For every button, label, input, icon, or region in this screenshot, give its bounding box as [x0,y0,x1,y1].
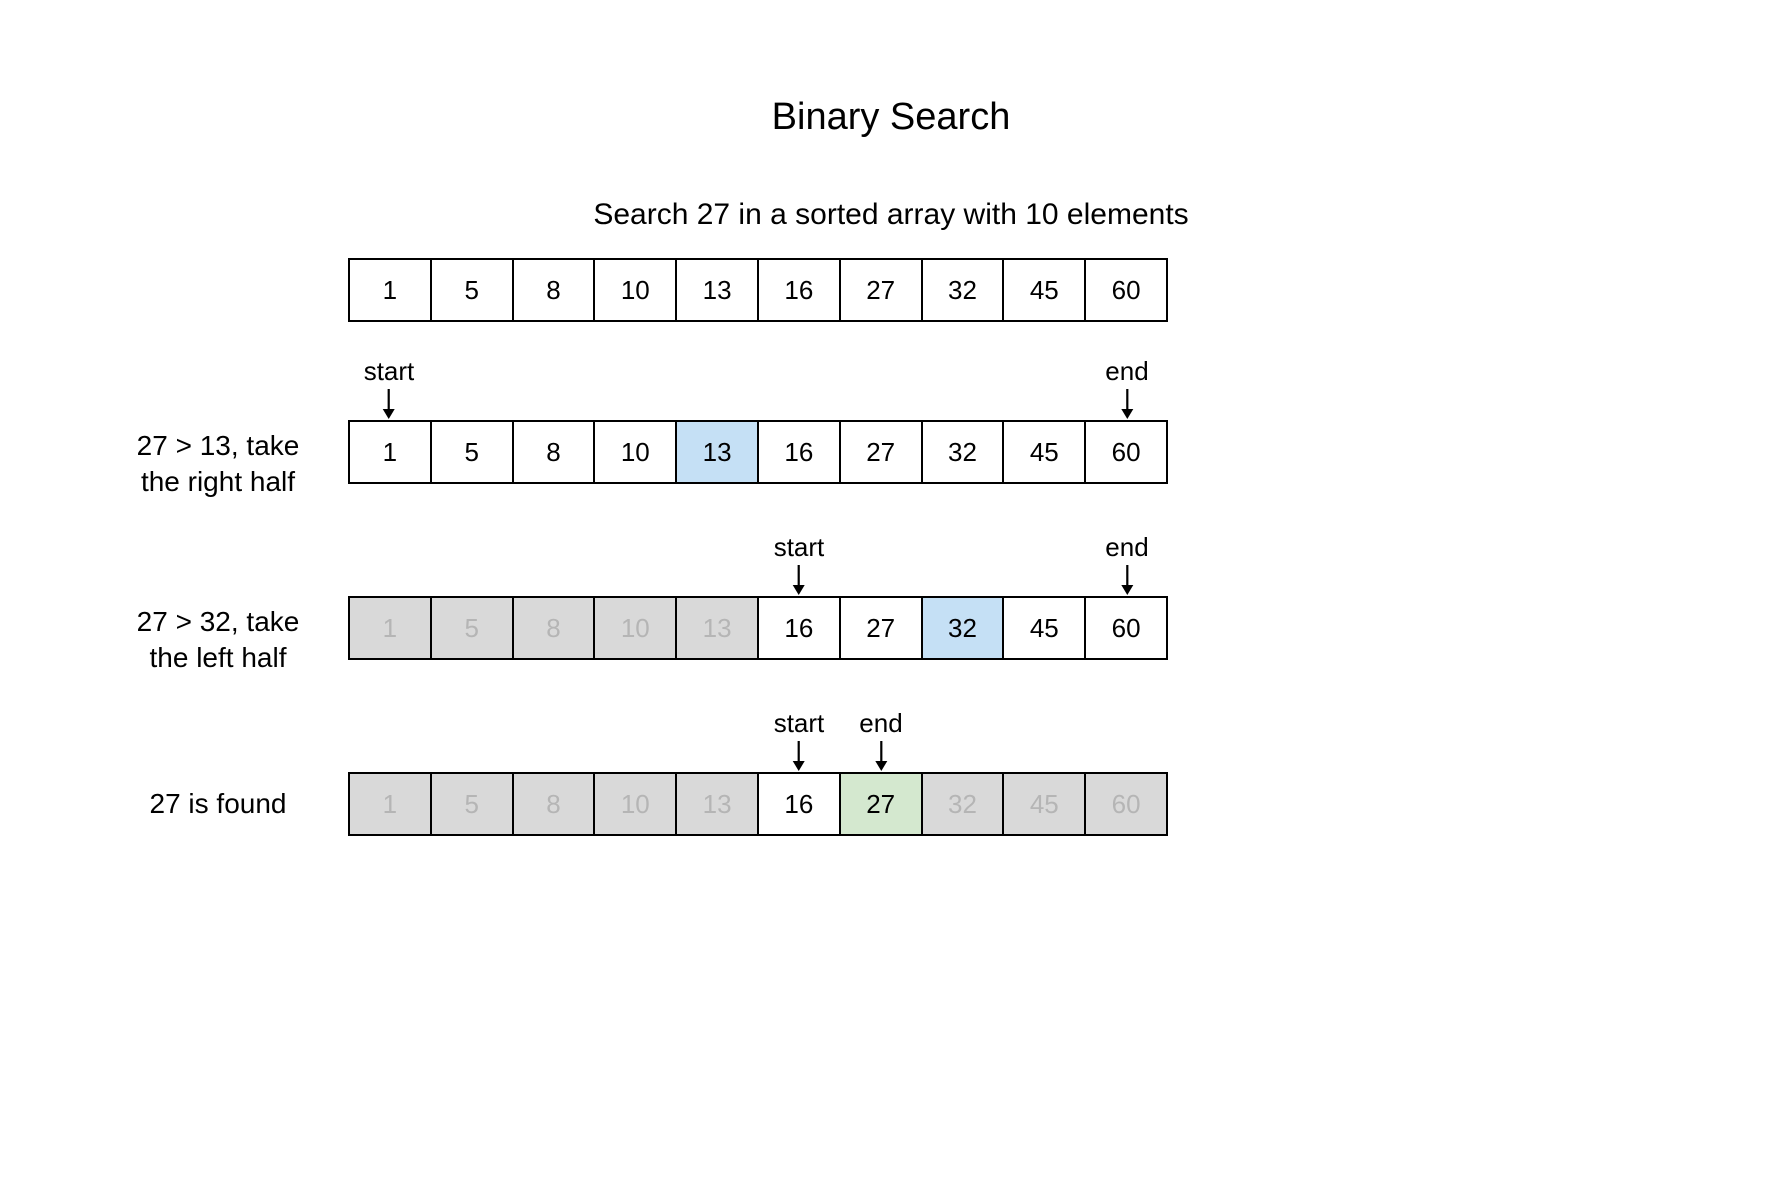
array-cell: 27 [839,598,921,658]
array-cell: 60 [1084,774,1166,834]
step-row-1: start end 15810131627324560 [348,356,1168,484]
array-cell: 5 [430,260,512,320]
array-cell: 16 [757,260,839,320]
array-cell: 13 [675,774,757,834]
step-caption-3: 27 is found [88,786,348,822]
array-cell: 1 [350,422,430,482]
array-cell: 10 [593,598,675,658]
array-cell: 5 [430,774,512,834]
array-cell: 16 [757,598,839,658]
array-cell: 10 [593,260,675,320]
end-pointer: end [1105,532,1148,595]
array-cell: 27 [839,260,921,320]
caption-line: the left half [150,642,287,673]
array-cell: 60 [1084,422,1166,482]
start-pointer: start [364,356,415,419]
array-cell: 1 [350,598,430,658]
array-cell: 8 [512,260,594,320]
array-cell: 45 [1002,598,1084,658]
pointer-label: end [859,708,902,739]
array-cell: 5 [430,598,512,658]
array-cell: 60 [1084,260,1166,320]
step-row-3: start end 15810131627324560 [348,708,1168,836]
pointer-label: start [364,356,415,387]
caption-line: the right half [141,466,295,497]
array-cell: 32 [921,422,1003,482]
diagram-subtitle: Search 27 in a sorted array with 10 elem… [0,198,1782,232]
start-pointer: start [774,532,825,595]
array-cell: 5 [430,422,512,482]
step-row-2: start end 15810131627324560 [348,532,1168,660]
array-cell: 32 [921,598,1003,658]
caption-line: 27 is found [150,788,287,819]
arrow-down-icon [381,389,397,419]
array-initial: 15810131627324560 [348,258,1168,322]
arrow-down-icon [791,741,807,771]
array-cell: 8 [512,774,594,834]
end-pointer: end [859,708,902,771]
array-cell: 32 [921,260,1003,320]
array-cell: 27 [839,774,921,834]
array-cell: 27 [839,422,921,482]
arrow-down-icon [873,741,889,771]
array-cell: 8 [512,422,594,482]
array-cell: 8 [512,598,594,658]
array-cell: 16 [757,422,839,482]
array-cell: 13 [675,598,757,658]
array-cell: 13 [675,422,757,482]
array-cell: 60 [1084,598,1166,658]
array-cell: 1 [350,774,430,834]
array-cell: 32 [921,774,1003,834]
step-caption-1: 27 > 13, take the right half [88,428,348,501]
array-cell: 10 [593,774,675,834]
array-cell: 45 [1002,422,1084,482]
pointer-label: end [1105,532,1148,563]
diagram-title: Binary Search [0,96,1782,139]
step-caption-2: 27 > 32, take the left half [88,604,348,677]
array-cell: 13 [675,260,757,320]
diagram-canvas: Binary Search Search 27 in a sorted arra… [0,0,1782,1204]
array-cell: 45 [1002,260,1084,320]
caption-line: 27 > 13, take [137,430,300,461]
array-cell: 16 [757,774,839,834]
start-pointer: start [774,708,825,771]
end-pointer: end [1105,356,1148,419]
arrow-down-icon [1119,389,1135,419]
array-cell: 45 [1002,774,1084,834]
caption-line: 27 > 32, take [137,606,300,637]
arrow-down-icon [791,565,807,595]
pointer-label: start [774,708,825,739]
array-cell: 1 [350,260,430,320]
array-cell: 10 [593,422,675,482]
pointer-label: start [774,532,825,563]
pointer-label: end [1105,356,1148,387]
arrow-down-icon [1119,565,1135,595]
